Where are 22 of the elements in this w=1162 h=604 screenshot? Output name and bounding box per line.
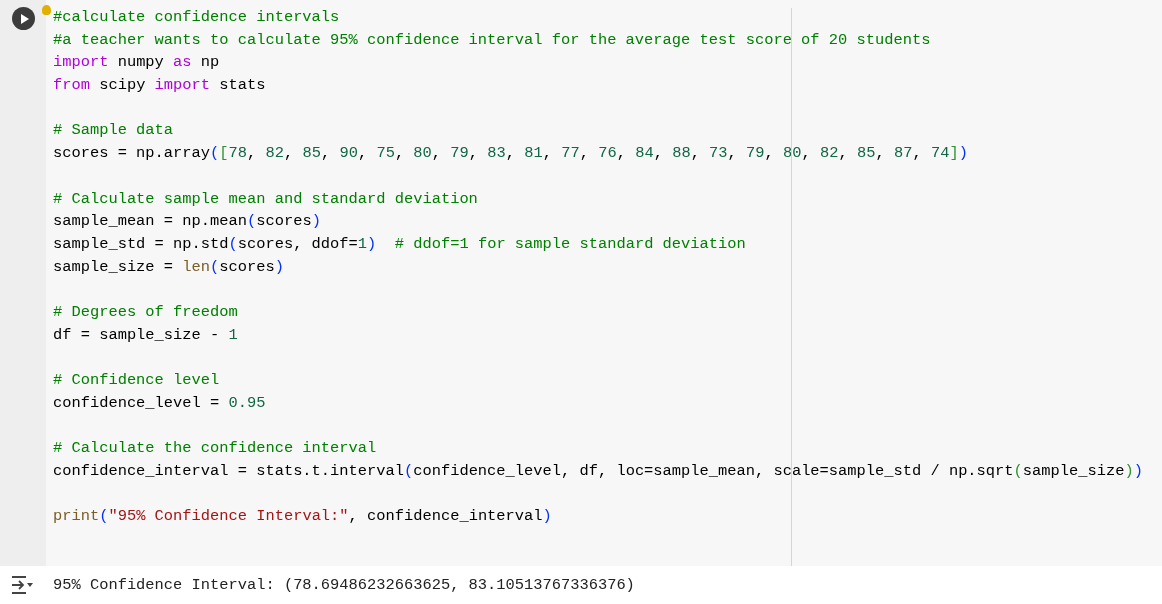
code-line: df = sample_size - 1 <box>53 324 238 346</box>
code-line: confidence_level = 0.95 <box>53 392 266 414</box>
code-line: import numpy as np <box>53 52 220 74</box>
code-line: # Calculate sample mean and standard deviation <box>53 188 478 210</box>
code-line: sample_mean = np.mean(scores) <box>53 211 321 233</box>
code-line: scores = np.array([78, 82, 85, 90, 75, 80, 79, 83, 81, 77, 76, 84, 88, 73, 79, 80, 82, 85, 87, 74]) <box>53 143 968 165</box>
code-line: # Degrees of freedom <box>53 301 238 323</box>
lightbulb-icon <box>42 5 51 15</box>
code-line: from scipy import stats <box>53 75 266 97</box>
play-icon <box>18 12 30 25</box>
code-line: #calculate confidence intervals <box>53 7 340 28</box>
code-line: print("95% Confidence Interval:", confidence_interval) <box>53 506 552 528</box>
code-line: sample_std = np.std(scores, ddof=1) # ddof=1 for sample standard deviation <box>53 233 746 255</box>
code-line: confidence_interval = stats.t.interval(confidence_level, df, loc=sample_mean, scale=sample_std / np.sqrt(sample_size)) <box>53 460 1143 482</box>
run-button[interactable] <box>11 7 35 30</box>
code-line: # Sample data <box>53 120 174 142</box>
output-text: 95% Confidence Interval: (78.69486232663625, 83.10513767336376) <box>53 576 635 594</box>
code-line: sample_size = len(scores) <box>53 256 284 278</box>
code-line: #a teacher wants to calculate 95% confidence interval for the average test score of 20 students <box>53 29 931 51</box>
code-line: # Confidence level <box>53 370 220 391</box>
output-toggle-icon[interactable] <box>10 575 34 595</box>
code-line: # Calculate the confidence interval <box>53 438 377 460</box>
